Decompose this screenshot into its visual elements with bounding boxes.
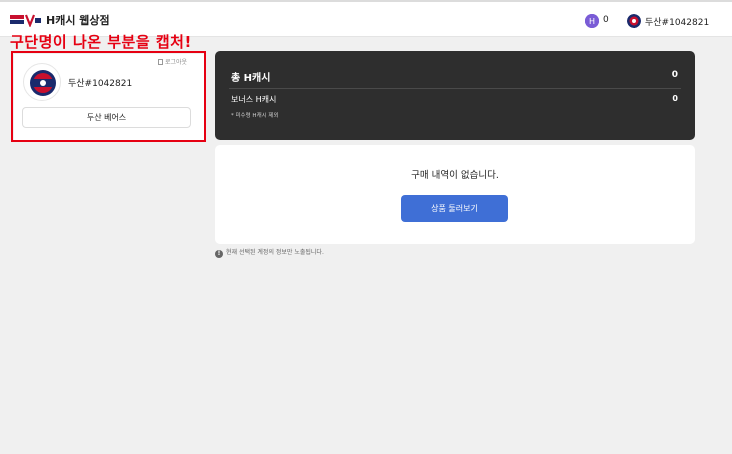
user-avatar[interactable] [627,14,641,28]
account-info-notice: ! 현재 선택된 계정의 정보만 노출됩니다. [215,247,324,258]
balance-divider [229,88,681,89]
browse-products-button[interactable]: 상품 둘러보기 [401,195,508,222]
capture-instruction-annotation: 구단명이 나온 부분을 캡처! [10,33,192,51]
coin-count: 0 [603,15,609,25]
capture-highlight-box [11,51,206,142]
total-hcash-label: 총 H캐시 [231,73,271,84]
balance-card: 총 H캐시 0 보너스 H캐시 0 * 미수령 H캐시 제외 [215,51,695,140]
header-user-name[interactable]: 두산#1042821 [645,15,709,28]
empty-history-message: 구매 내역이 없습니다. [411,170,499,181]
purchase-history-card: 구매 내역이 없습니다. 상품 둘러보기 [215,145,695,244]
bonus-hcash-label: 보너스 H캐시 [231,95,277,104]
account-info-text: 현재 선택된 계정의 정보만 노출됩니다. [226,249,324,256]
bonus-hcash-value: 0 [672,94,678,103]
total-hcash-value: 0 [671,70,678,80]
h-coin-icon: H [585,14,599,28]
site-title: H캐시 웹상점 [46,14,110,27]
info-icon: ! [215,250,223,258]
h-store-logo[interactable] [10,12,42,28]
svg-text:H: H [589,17,595,26]
balance-note: * 미수령 H캐시 제외 [231,113,279,119]
